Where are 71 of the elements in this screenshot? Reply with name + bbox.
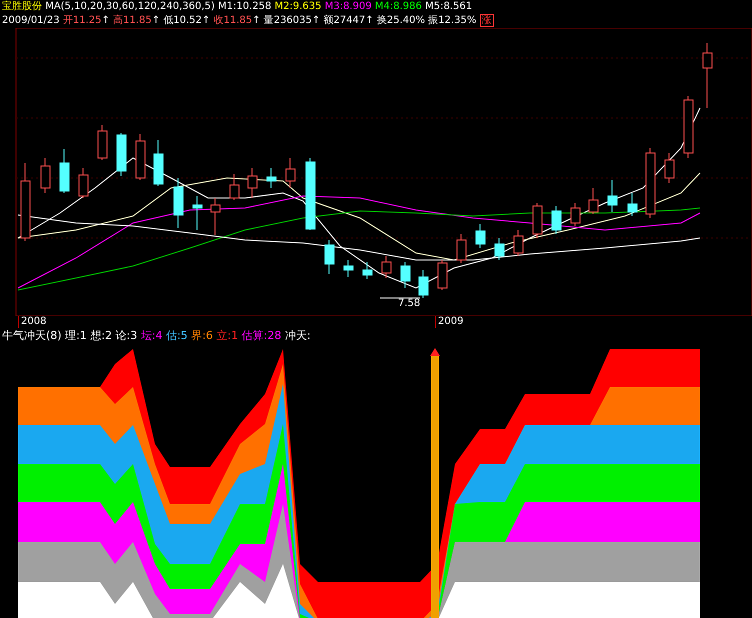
up-arrow: ↑: [202, 15, 210, 26]
indicator-value: 理:1: [65, 329, 87, 342]
indicator-value: 估算:28: [242, 329, 282, 342]
quote-value: 低10.52: [163, 15, 202, 26]
candlestick: [456, 234, 466, 264]
indicator-value: 冲天:: [284, 329, 311, 342]
ma-value: M1:10.258: [218, 1, 272, 12]
candlestick: [684, 96, 694, 158]
quote-value: 换25.40%: [376, 15, 425, 26]
candlestick: [174, 178, 184, 228]
candlestick: [266, 168, 276, 188]
candlestick: [40, 158, 50, 194]
ma-value: M5:8.561: [425, 1, 472, 12]
indicator-title: 牛气冲天(8): [2, 329, 62, 342]
candlestick: [154, 140, 164, 186]
candlestick: [324, 240, 334, 274]
ma-parameters: MA(5,10,20,30,60,120,240,360,5): [45, 1, 215, 12]
candlestick: [476, 224, 486, 248]
candlestick: [248, 168, 258, 198]
candlestick: [116, 132, 126, 176]
quote-value: 高11.85: [113, 15, 152, 26]
quote-value: 收11.85: [213, 15, 252, 26]
year-label: 2008: [18, 316, 48, 328]
up-arrow: ↑: [312, 15, 320, 26]
up-arrow: ↑: [152, 15, 160, 26]
candlestick: [210, 198, 220, 236]
quote-date: 2009/01/23: [2, 15, 60, 26]
rise-badge: 涨: [480, 14, 494, 27]
ma-value: M4:8.986: [374, 1, 422, 12]
low-price-label: 7.58: [398, 298, 420, 309]
candlestick: [664, 152, 674, 184]
ma-value: M3:8.909: [324, 1, 372, 12]
candlestick: [230, 174, 240, 200]
candlestick: [438, 260, 448, 290]
candlestick: [400, 262, 410, 288]
candlestick: [286, 158, 296, 188]
indicator-value: 想:2: [90, 329, 112, 342]
indicator-value: 立:1: [216, 329, 238, 342]
candlestick: [532, 202, 542, 238]
candlestick: [608, 180, 618, 212]
candlestick: [362, 262, 372, 280]
candlestick: [646, 148, 656, 218]
candlestick: [628, 192, 638, 216]
candlestick: [552, 206, 562, 234]
candlestick: [514, 230, 524, 256]
candlestick: [60, 148, 70, 194]
candlestick: [344, 260, 354, 278]
candlestick: [418, 270, 428, 298]
indicator-value: 界:6: [191, 329, 213, 342]
candlestick: [192, 196, 202, 230]
indicator-value: 论:3: [116, 329, 138, 342]
up-arrow: ↑: [365, 15, 374, 26]
candlestick: [702, 42, 712, 108]
indicator-value: 估:5: [166, 329, 188, 342]
candlestick: [494, 238, 504, 260]
up-arrow: ↑: [101, 15, 110, 26]
candlestick: [588, 188, 598, 214]
candlestick: [98, 124, 108, 160]
up-arrow: ↑: [252, 15, 261, 26]
quote-value: 量236035: [264, 15, 312, 26]
quote-value: 振12.35%: [428, 15, 476, 26]
quote-value: 额27447: [323, 15, 366, 26]
ma-value: M2:9.635: [274, 1, 322, 12]
stock-name: 宝胜股份: [2, 1, 42, 12]
indicator-value: 坛:4: [140, 329, 162, 342]
candlestick: [382, 256, 392, 278]
candlestick: [78, 168, 88, 198]
quote-value: 开11.25: [62, 15, 102, 26]
candlestick: [136, 134, 146, 180]
year-label: 2009: [435, 316, 466, 328]
candlestick: [570, 202, 580, 226]
